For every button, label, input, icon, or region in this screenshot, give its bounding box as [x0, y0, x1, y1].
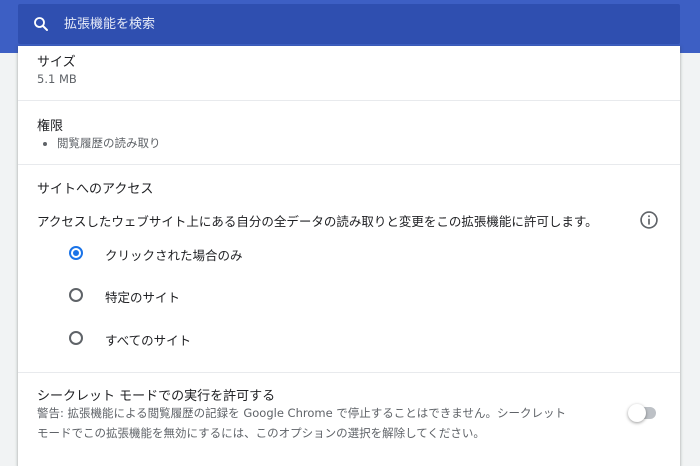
- search-icon[interactable]: [32, 15, 50, 33]
- size-value: 5.1 MB: [37, 72, 77, 86]
- incognito-label: シークレット モードでの実行を許可する: [37, 389, 276, 404]
- permission-item: 閲覧履歴の読み取り: [57, 136, 161, 150]
- site-access-label: サイトへのアクセス: [37, 182, 154, 197]
- site-access-description: アクセスしたウェブサイト上にある自分の全データの読み取りと変更をこの拡張機能に許…: [37, 214, 598, 229]
- bullet: [43, 142, 47, 146]
- search-box[interactable]: [18, 4, 680, 44]
- permissions-label: 権限: [37, 119, 64, 134]
- radio-all-sites-label[interactable]: すべてのサイト: [105, 330, 191, 349]
- extension-details-card: サイズ 5.1 MB 権限 閲覧履歴の読み取り サイトへのアクセス アクセスした…: [18, 46, 680, 466]
- divider: [18, 164, 680, 165]
- search-input[interactable]: [64, 14, 654, 34]
- size-label: サイズ: [37, 55, 76, 70]
- incognito-toggle[interactable]: [626, 404, 660, 422]
- radio-on-click[interactable]: [69, 246, 83, 260]
- info-icon[interactable]: [639, 210, 659, 230]
- radio-specific-sites[interactable]: [69, 288, 83, 302]
- incognito-warning-line1: 警告: 拡張機能による閲覧履歴の記録を Google Chrome で停止するこ…: [37, 406, 566, 420]
- radio-all-sites[interactable]: [69, 331, 83, 345]
- incognito-warning-line2: モードでこの拡張機能を無効にするには、このオプションの選択を解除してください。: [37, 426, 485, 440]
- radio-specific-sites-label[interactable]: 特定のサイト: [105, 287, 180, 306]
- divider: [18, 372, 680, 373]
- radio-on-click-label[interactable]: クリックされた場合のみ: [105, 245, 243, 264]
- toggle-knob: [628, 404, 646, 422]
- divider: [18, 100, 680, 101]
